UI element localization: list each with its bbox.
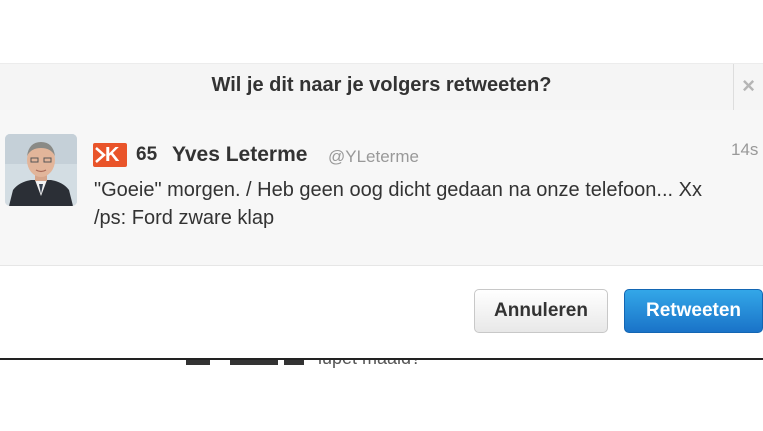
background-page: iupet maald? (0, 360, 763, 368)
author-name[interactable]: Yves Leterme (172, 143, 307, 167)
klout-letter: K (105, 144, 120, 166)
background-fragment (230, 360, 278, 365)
klout-k-icon: K (93, 143, 129, 167)
dialog-header: Wil je dit naar je volgers retweeten? × (0, 63, 763, 111)
background-text: iupet maald? (318, 360, 421, 368)
tweet-text: "Goeie" morgen. / Heb geen oog dicht ged… (94, 179, 702, 229)
retweet-dialog: Wil je dit naar je volgers retweeten? × (0, 63, 763, 359)
author-handle[interactable]: @YLeterme (328, 147, 419, 167)
tweet-preview: K 65 Yves Leterme @YLeterme 14s "Goeie" … (0, 110, 763, 266)
background-fragment (284, 360, 304, 365)
retweet-button[interactable]: Retweeten (624, 289, 763, 333)
tweet-timestamp[interactable]: 14s (731, 140, 758, 160)
dialog-title: Wil je dit naar je volgers retweeten? (211, 74, 552, 96)
avatar[interactable] (5, 134, 77, 206)
avatar-photo (5, 134, 77, 206)
cancel-button[interactable]: Annuleren (474, 289, 608, 333)
close-icon[interactable]: × (733, 64, 763, 110)
background-fragment (186, 360, 210, 365)
klout-score: 65 (136, 144, 158, 165)
